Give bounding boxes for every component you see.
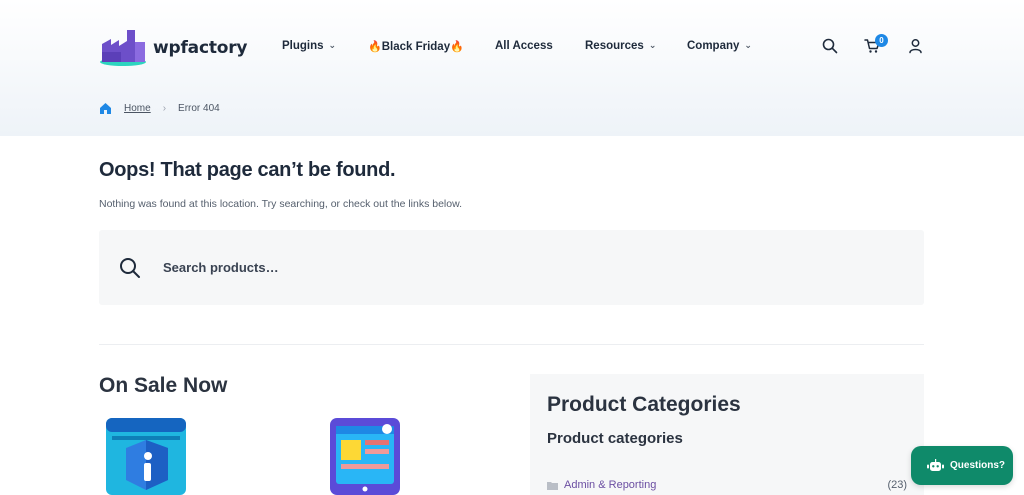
section-divider — [99, 344, 924, 345]
product-categories-panel: Product Categories Product categories Ad… — [530, 374, 924, 495]
nav-item-all-access[interactable]: All Access — [495, 40, 553, 52]
product-thumbnail[interactable] — [106, 418, 186, 495]
nav-label: Plugins — [282, 40, 324, 52]
on-sale-heading: On Sale Now — [99, 374, 228, 397]
user-icon[interactable] — [908, 38, 923, 54]
tablet-layout-product-icon — [330, 418, 400, 495]
cart-count-badge: 0 — [875, 34, 888, 47]
breadcrumb: Home › Error 404 — [99, 100, 220, 116]
product-thumbnail[interactable] — [330, 418, 410, 495]
site-header: wpfactory Plugins ⌄ 🔥 Black Friday 🔥 All… — [0, 0, 1024, 95]
site-logo[interactable]: wpfactory — [99, 28, 247, 68]
questions-chat-button[interactable]: Questions? — [911, 446, 1013, 485]
breadcrumb-current: Error 404 — [178, 102, 220, 114]
chevron-down-icon: ⌄ — [744, 39, 752, 50]
home-icon[interactable] — [99, 102, 112, 115]
flame-icon: 🔥 — [368, 41, 382, 53]
robot-icon — [927, 458, 944, 471]
nav-label: Company — [687, 40, 740, 52]
categories-subheading: Product categories — [547, 430, 683, 447]
search-icon[interactable] — [822, 38, 838, 54]
category-count: (23) — [887, 479, 907, 491]
nav-item-company[interactable]: Company ⌄ — [687, 39, 752, 53]
breadcrumb-home-link[interactable]: Home — [124, 103, 151, 114]
category-link[interactable]: Admin & Reporting — [564, 479, 656, 491]
nav-item-resources[interactable]: Resources ⌄ — [585, 39, 657, 53]
chevron-down-icon: ⌄ — [648, 39, 657, 50]
flame-icon: 🔥 — [450, 41, 464, 53]
nav-label: Black Friday — [381, 40, 451, 53]
category-item: Admin & Reporting (23) — [547, 479, 907, 493]
search-icon — [120, 258, 140, 278]
product-search[interactable] — [99, 230, 924, 305]
search-input[interactable] — [163, 254, 863, 280]
page-title: Oops! That page can’t be found. — [99, 159, 396, 181]
factory-logo-icon — [100, 30, 146, 66]
logo-text: wpfactory — [153, 38, 248, 58]
nav-label: All Access — [495, 40, 553, 52]
breadcrumb-separator: › — [162, 102, 167, 114]
nav-label: Resources — [585, 40, 644, 52]
info-box-product-icon — [106, 418, 186, 495]
chevron-down-icon: ⌄ — [328, 39, 337, 50]
questions-label: Questions? — [950, 460, 1006, 471]
categories-heading: Product Categories — [547, 393, 741, 416]
page-description: Nothing was found at this location. Try … — [99, 198, 463, 210]
folder-icon — [547, 482, 558, 490]
nav-item-plugins[interactable]: Plugins ⌄ — [282, 39, 337, 53]
nav-item-black-friday[interactable]: 🔥 Black Friday 🔥 — [368, 40, 464, 54]
